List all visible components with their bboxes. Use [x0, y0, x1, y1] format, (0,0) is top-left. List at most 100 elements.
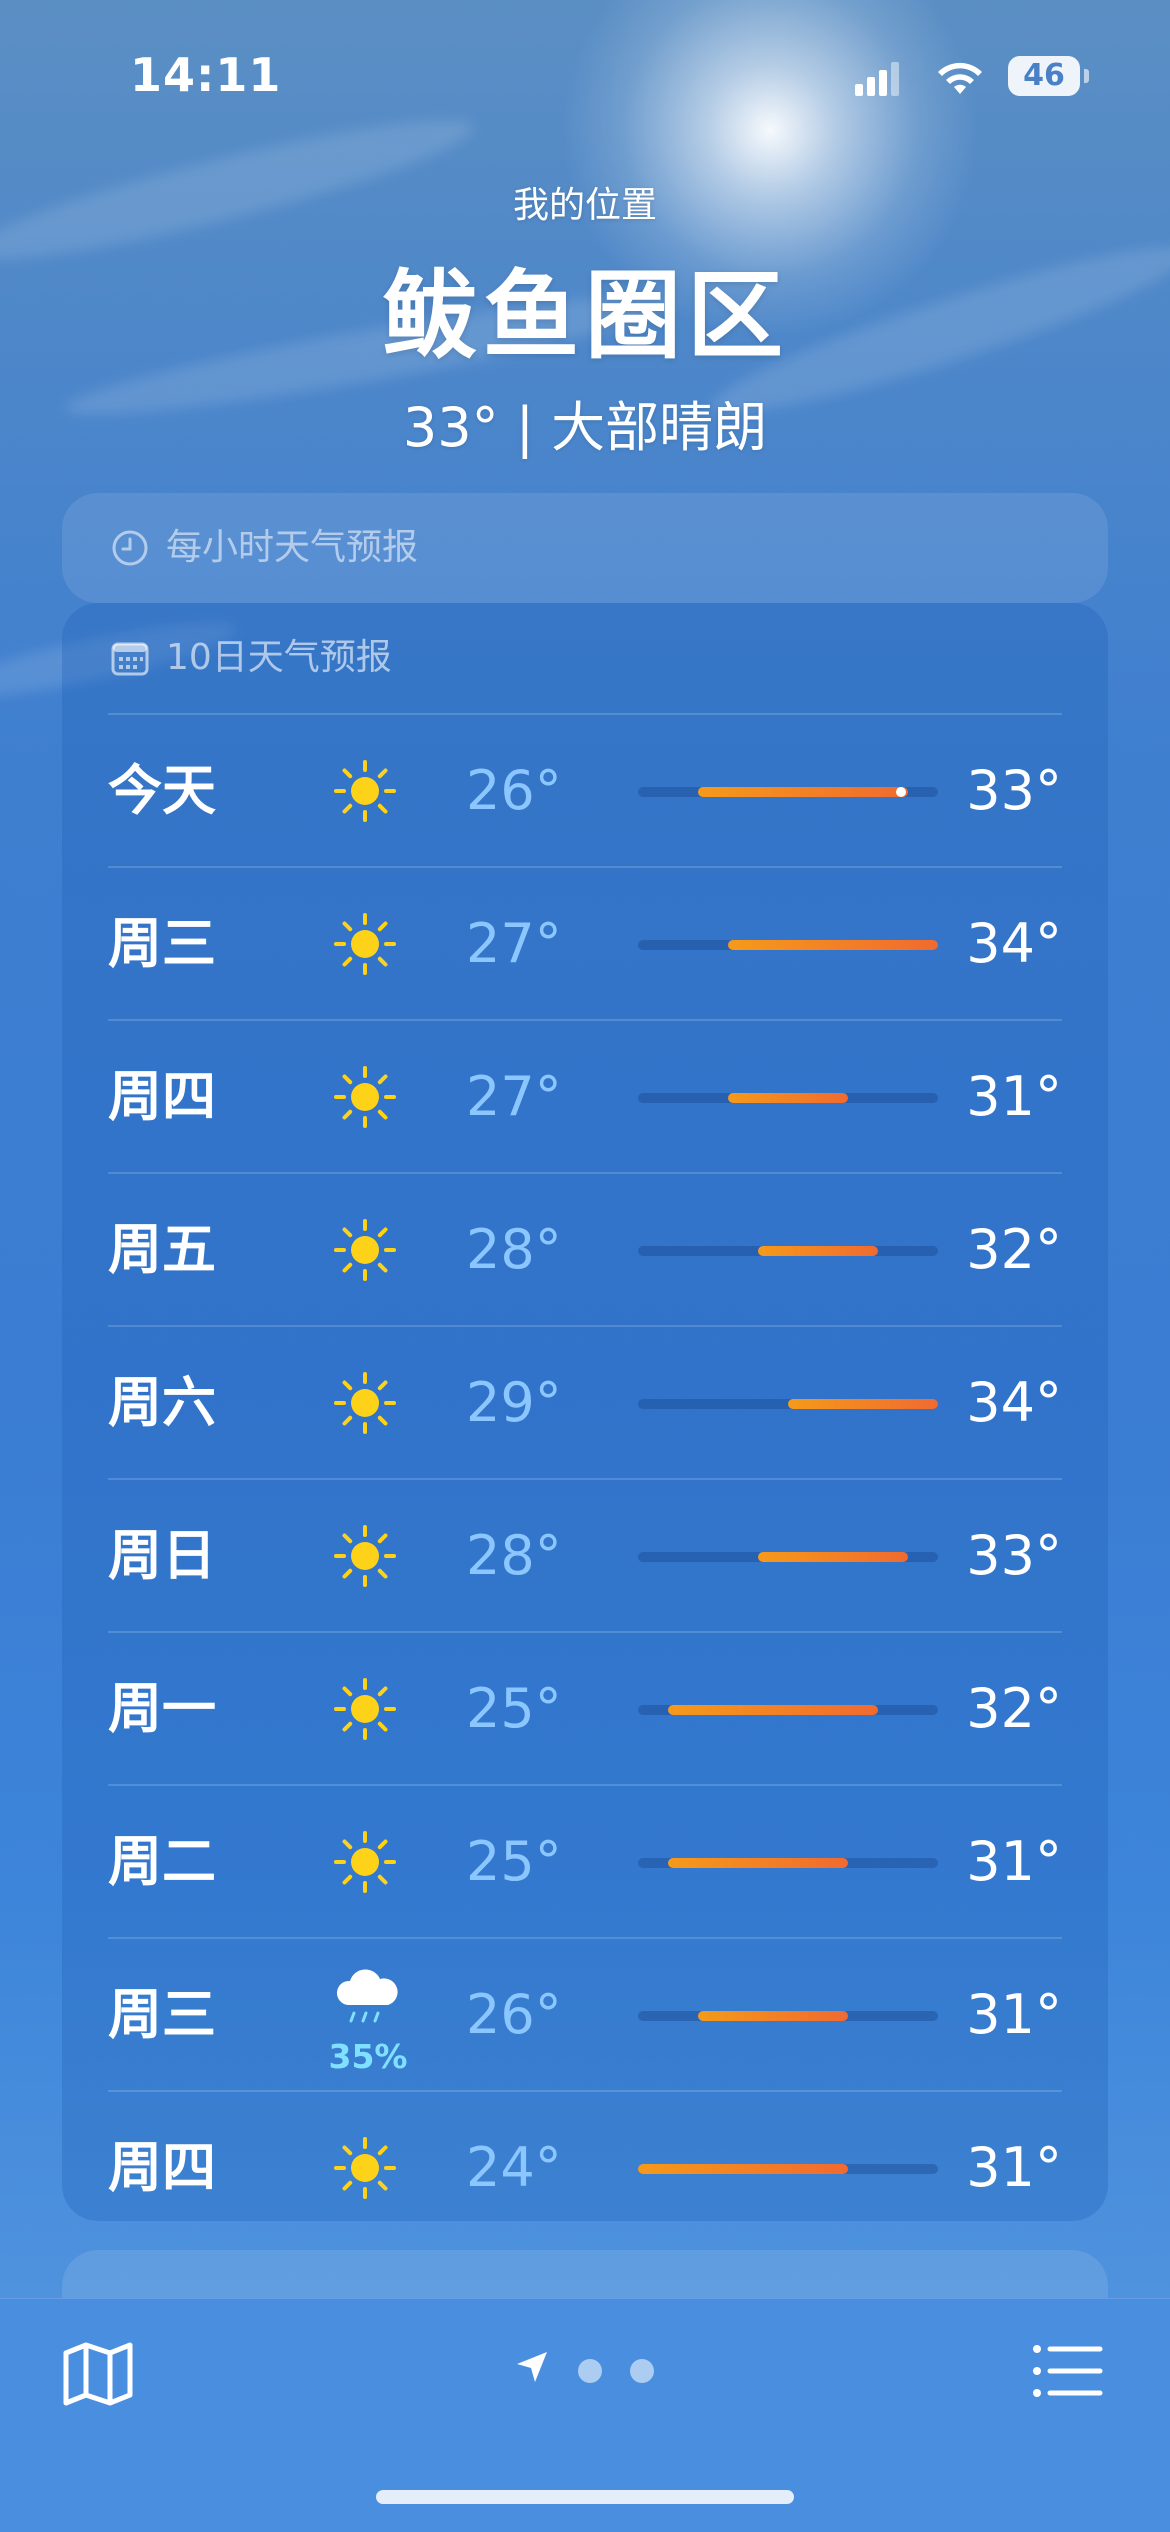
high-temperature: 31°	[966, 1065, 1062, 1128]
temperature-range-bar	[728, 940, 938, 950]
temperature-range-bar	[758, 1552, 908, 1562]
high-temperature: 33°	[966, 759, 1062, 822]
battery-indicator: 46	[1008, 56, 1080, 96]
temperature-range-track	[638, 787, 938, 797]
sun-icon	[334, 2137, 396, 2199]
temperature-range-track	[638, 940, 938, 950]
forecast-row[interactable]: 周六 29° 34°	[108, 1325, 1062, 1478]
weather-icon-cell	[332, 715, 402, 866]
sun-icon	[334, 1219, 396, 1281]
weather-icon-cell	[332, 1174, 402, 1325]
city-name: 鲅鱼圈区	[381, 260, 789, 372]
low-temperature: 28°	[466, 1524, 562, 1587]
status-time: 14:11	[130, 48, 282, 102]
forecast-row[interactable]: 周五 28° 32°	[108, 1172, 1062, 1325]
weather-icon-cell: 35%	[329, 1939, 408, 2090]
low-temperature: 26°	[466, 1983, 562, 2046]
forecast-row[interactable]: 周一 25° 32°	[108, 1631, 1062, 1784]
high-temperature: 34°	[966, 1371, 1062, 1434]
low-temperature: 25°	[466, 1830, 562, 1893]
forecast-row[interactable]: 周日 28° 33°	[108, 1478, 1062, 1631]
temperature-range-track	[638, 1093, 938, 1103]
sun-icon	[334, 913, 396, 975]
weather-icon-cell	[332, 1021, 402, 1172]
weather-icon-cell	[332, 1480, 402, 1631]
high-temperature: 33°	[966, 1524, 1062, 1587]
weather-icon-cell	[332, 1633, 402, 1784]
high-temperature: 32°	[966, 1677, 1062, 1740]
forecast-day: 周四	[108, 2136, 216, 2199]
rain-cloud-icon	[336, 1969, 398, 2023]
temperature-range-track	[638, 1705, 938, 1715]
temperature-range-bar	[788, 1399, 938, 1409]
clock-icon	[112, 530, 148, 566]
low-temperature: 25°	[466, 1677, 562, 1740]
calendar-icon	[111, 642, 149, 676]
high-temperature: 32°	[966, 1218, 1062, 1281]
page-dot[interactable]	[578, 2359, 602, 2383]
sun-icon	[334, 1066, 396, 1128]
forecast-day: 周六	[108, 1371, 216, 1434]
temperature-range-track	[638, 1552, 938, 1562]
forecast-day: 周一	[108, 1677, 216, 1740]
high-temperature: 31°	[966, 2136, 1062, 2199]
forecast-day: 周三	[108, 912, 216, 975]
map-icon[interactable]	[62, 2341, 134, 2407]
temperature-range-track	[638, 1399, 938, 1409]
forecast-row[interactable]: 周三 35% 26° 31°	[108, 1937, 1062, 2090]
forecast-day: 周日	[108, 1524, 216, 1587]
low-temperature: 26°	[466, 759, 562, 822]
forecast-day: 今天	[108, 759, 216, 822]
temperature-range-track	[638, 1858, 938, 1868]
temperature-range-bar	[668, 1858, 848, 1868]
low-temperature: 27°	[466, 912, 562, 975]
temperature-range-bar	[698, 787, 908, 797]
forecast-row[interactable]: 今天 26° 33°	[108, 713, 1062, 866]
sun-icon	[334, 760, 396, 822]
high-temperature: 31°	[966, 1983, 1062, 2046]
current-conditions: 33° | 大部晴朗	[402, 396, 768, 459]
forecast-row[interactable]: 周四 24° 31°	[108, 2090, 1062, 2243]
list-icon[interactable]	[1032, 2343, 1104, 2399]
sun-icon	[334, 1831, 396, 1893]
hourly-forecast-header: 每小时天气预报	[110, 493, 418, 603]
low-temperature: 28°	[466, 1218, 562, 1281]
weather-icon-cell	[332, 2092, 402, 2243]
weather-icon-cell	[332, 868, 402, 1019]
forecast-row[interactable]: 周四 27° 31°	[108, 1019, 1062, 1172]
forecast-day: 周四	[108, 1065, 216, 1128]
location-arrow-icon[interactable]	[514, 2349, 550, 2385]
location-header: 我的位置 鲅鱼圈区 33° | 大部晴朗	[0, 170, 1170, 462]
forecast-row[interactable]: 周三 27° 34°	[108, 866, 1062, 1019]
temperature-range-bar	[728, 1093, 848, 1103]
home-indicator	[376, 2490, 794, 2504]
weather-icon-cell	[332, 1786, 402, 1937]
signal-icon	[855, 62, 899, 96]
temperature-range-track	[638, 2164, 938, 2174]
forecast-day: 周五	[108, 1218, 216, 1281]
hourly-forecast-card[interactable]: 每小时天气预报	[62, 493, 1108, 603]
forecast-day: 周三	[108, 1983, 216, 2046]
temperature-range-track	[638, 1246, 938, 1256]
precipitation-chance: 35%	[328, 2037, 408, 2076]
forecast-row[interactable]: 周二 25° 31°	[108, 1784, 1062, 1937]
hourly-forecast-title: 每小时天气预报	[166, 527, 419, 568]
current-temperature-dot	[896, 787, 906, 797]
forecast-rows: 今天 26° 33° 周三 27° 34° 周四 27° 31° 周五 28° 32° 周六 29° 34°…	[108, 713, 1062, 2243]
status-bar: 14:11 46	[0, 0, 1170, 150]
sun-icon	[334, 1678, 396, 1740]
battery-tip	[1084, 69, 1089, 83]
ten-day-forecast-card[interactable]: 10日天气预报 今天 26° 33° 周三 27° 34° 周四 27° 31° 周五 28° 32°…	[62, 603, 1108, 2221]
high-temperature: 34°	[966, 912, 1062, 975]
page-dot[interactable]	[630, 2359, 654, 2383]
ten-day-forecast-title: 10日天气预报	[166, 637, 392, 678]
low-temperature: 29°	[466, 1371, 562, 1434]
temperature-range-bar	[758, 1246, 878, 1256]
temperature-range-bar	[638, 2164, 848, 2174]
sun-icon	[334, 1525, 396, 1587]
temperature-range-bar	[668, 1705, 878, 1715]
wifi-icon	[938, 62, 982, 94]
forecast-day: 周二	[108, 1830, 216, 1893]
temperature-range-bar	[698, 2011, 848, 2021]
low-temperature: 27°	[466, 1065, 562, 1128]
